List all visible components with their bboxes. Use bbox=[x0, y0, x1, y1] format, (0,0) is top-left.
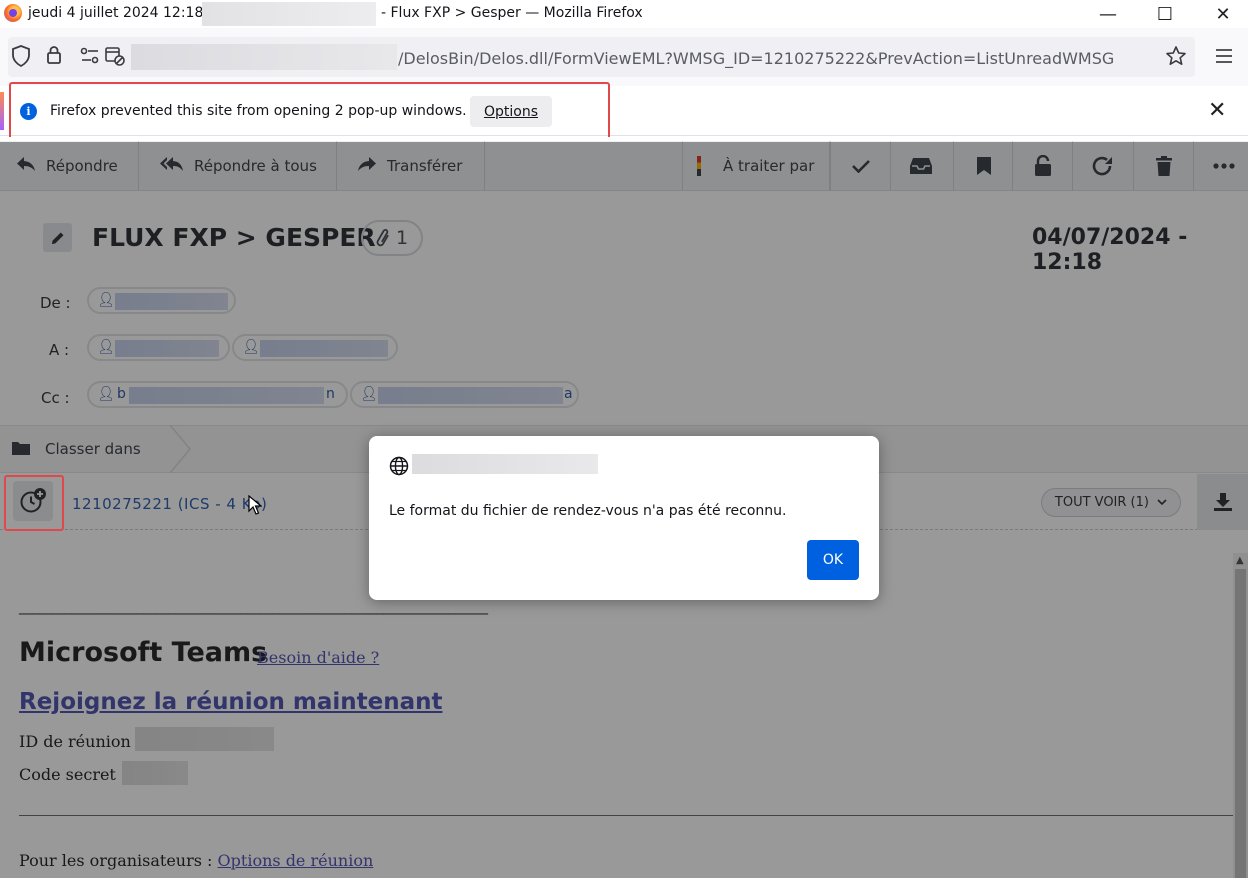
title-redacted-block bbox=[202, 2, 376, 26]
highlight-box-notification bbox=[9, 82, 610, 140]
window-title-left: jeudi 4 juillet 2024 12:18 - bbox=[28, 5, 213, 21]
lock-icon[interactable] bbox=[46, 45, 62, 69]
minimize-button[interactable]: — bbox=[1079, 0, 1137, 28]
notification-accent bbox=[0, 92, 4, 130]
bookmark-star-icon[interactable] bbox=[1165, 45, 1187, 71]
window-title-right: - Flux FXP > Gesper — Mozilla Firefox bbox=[381, 5, 643, 21]
url-redacted-block bbox=[131, 44, 397, 70]
firefox-logo-icon bbox=[4, 4, 22, 22]
mouse-cursor-icon bbox=[248, 495, 262, 515]
notification-close-icon[interactable]: ✕ bbox=[1208, 98, 1226, 123]
globe-icon bbox=[389, 456, 409, 481]
dialog-origin-redacted bbox=[412, 454, 598, 474]
hamburger-menu-icon[interactable] bbox=[1215, 48, 1233, 68]
popup-blocked-icon[interactable] bbox=[104, 45, 126, 71]
close-window-button[interactable]: ✕ bbox=[1194, 0, 1248, 28]
permissions-icon[interactable] bbox=[80, 47, 100, 69]
dialog-ok-button[interactable]: OK bbox=[807, 540, 859, 580]
url-text[interactable]: /DelosBin/Delos.dll/FormViewEML?WMSG_ID=… bbox=[398, 49, 1114, 68]
dialog-message: Le format du fichier de rendez-vous n'a … bbox=[389, 503, 787, 519]
maximize-button[interactable]: ☐ bbox=[1136, 0, 1194, 28]
shield-icon[interactable] bbox=[11, 45, 31, 71]
alert-dialog: Le format du fichier de rendez-vous n'a … bbox=[369, 436, 879, 600]
highlight-box-calendar-button bbox=[4, 475, 64, 531]
